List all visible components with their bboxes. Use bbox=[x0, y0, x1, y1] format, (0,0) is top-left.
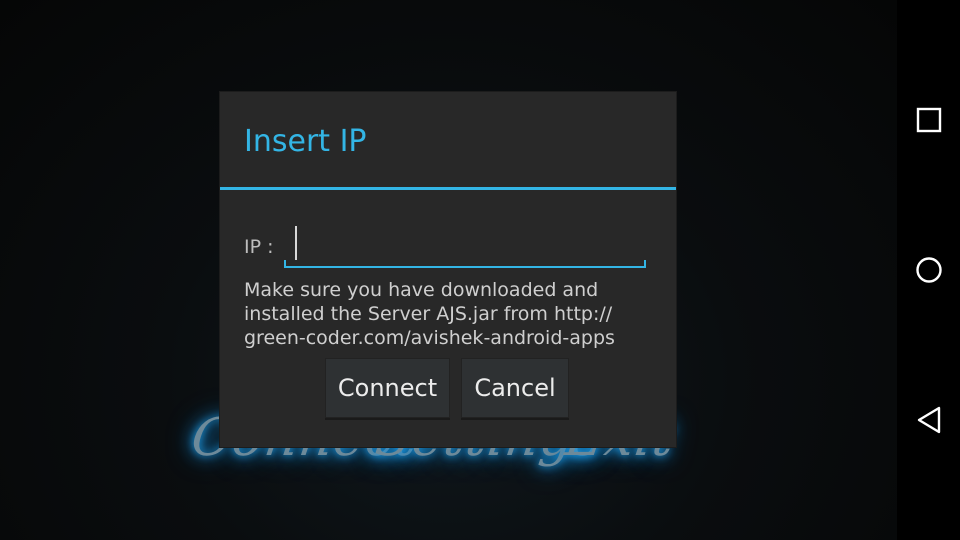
insert-ip-dialog: Insert IP IP : Make sure you have downlo… bbox=[220, 92, 676, 447]
title-divider bbox=[220, 187, 676, 190]
navigation-bar bbox=[897, 0, 960, 540]
dialog-title: Insert IP bbox=[244, 124, 367, 159]
back-button[interactable] bbox=[897, 390, 960, 450]
home-icon bbox=[915, 257, 942, 283]
dialog-message: Make sure you have downloaded and instal… bbox=[244, 278, 654, 350]
connect-button[interactable]: Connect bbox=[325, 358, 450, 418]
ip-label: IP : bbox=[244, 236, 274, 258]
text-cursor bbox=[295, 226, 297, 260]
recent-apps-icon bbox=[916, 107, 941, 133]
input-underline bbox=[284, 266, 646, 268]
input-underline-right-tick bbox=[644, 260, 646, 268]
input-underline-left-tick bbox=[284, 260, 286, 268]
back-icon bbox=[917, 406, 940, 434]
screen: Connect Settings Exit Insert IP IP : Mak… bbox=[0, 0, 960, 540]
message-line: Make sure you have downloaded and bbox=[244, 279, 599, 301]
ip-input[interactable] bbox=[284, 224, 646, 268]
cancel-button[interactable]: Cancel bbox=[461, 358, 569, 418]
message-line: installed the Server AJS.jar from http:/… bbox=[244, 303, 613, 325]
recent-apps-button[interactable] bbox=[897, 90, 960, 150]
message-line: green-coder.com/avishek-android-apps bbox=[244, 327, 615, 349]
home-button[interactable] bbox=[897, 240, 960, 300]
